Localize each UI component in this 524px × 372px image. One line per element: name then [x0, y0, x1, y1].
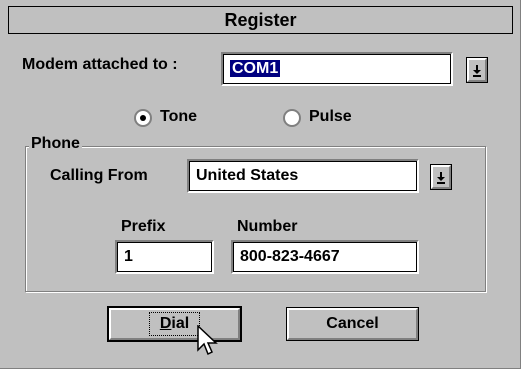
prefix-value: 1 — [124, 248, 133, 265]
number-input[interactable]: 800-823-4667 — [231, 240, 419, 274]
chevron-down-icon — [473, 65, 481, 77]
number-value: 800-823-4667 — [240, 248, 340, 265]
cancel-button-label: Cancel — [326, 315, 379, 332]
cancel-button[interactable]: Cancel — [286, 307, 419, 341]
dial-mnemonic: D — [159, 315, 172, 332]
window-title: Register — [224, 10, 297, 30]
pulse-radio[interactable] — [283, 109, 301, 127]
calling-from-value: United States — [196, 167, 299, 184]
calling-from-combo[interactable]: United States — [187, 159, 419, 193]
tone-label[interactable]: Tone — [160, 108, 197, 126]
number-label: Number — [237, 218, 298, 235]
prefix-label: Prefix — [121, 218, 166, 235]
radio-selected-dot — [140, 115, 146, 121]
mouse-pointer-icon — [197, 325, 218, 356]
prefix-input[interactable]: 1 — [115, 240, 214, 274]
dial-label-rest: ial — [171, 315, 190, 332]
modem-dropdown-button[interactable] — [466, 57, 488, 83]
register-dialog: Register Modem attached to : COM1 Tone P… — [0, 0, 521, 369]
modem-label: Modem attached to : — [22, 56, 178, 73]
modem-value: COM1 — [230, 60, 281, 77]
title-bar: Register — [8, 6, 513, 34]
chevron-down-icon — [437, 172, 445, 184]
phone-group-label: Phone — [29, 133, 82, 155]
tone-radio[interactable] — [134, 109, 152, 127]
modem-combo[interactable]: COM1 — [221, 52, 453, 86]
calling-from-label: Calling From — [50, 167, 148, 184]
pulse-label[interactable]: Pulse — [309, 108, 352, 126]
calling-from-dropdown-button[interactable] — [430, 164, 452, 190]
dial-button-label: Dial — [148, 312, 201, 336]
